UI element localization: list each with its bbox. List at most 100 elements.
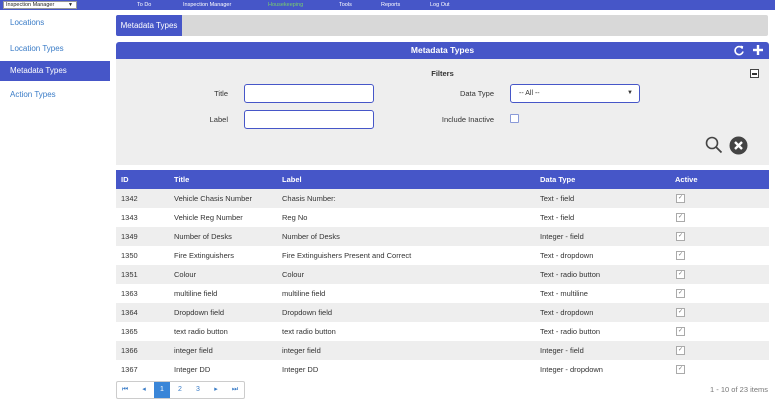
table-row[interactable]: 1364 Dropdown field Dropdown field Text - d… bbox=[116, 303, 769, 322]
cell-id: 1364 bbox=[121, 308, 138, 317]
cell-data-type: Text - dropdown bbox=[540, 251, 594, 260]
pager-page-2[interactable]: 2 bbox=[172, 382, 188, 398]
cell-title: Vehicle Reg Number bbox=[174, 213, 243, 222]
cell-data-type: Text - multiline bbox=[540, 289, 588, 298]
cell-id: 1363 bbox=[121, 289, 138, 298]
active-checkbox[interactable]: ✓ bbox=[676, 365, 685, 374]
data-type-select[interactable]: -- All -- ▼ bbox=[510, 84, 640, 103]
table-row[interactable]: 1349 Number of Desks Number of Desks Intege… bbox=[116, 227, 769, 246]
nav-reports[interactable]: Reports bbox=[381, 0, 400, 10]
cell-title: integer field bbox=[174, 346, 213, 355]
table-row[interactable]: 1363 multiline field multiline field Text -… bbox=[116, 284, 769, 303]
cell-id: 1343 bbox=[121, 213, 138, 222]
sidebar-item-locations[interactable]: Locations bbox=[0, 13, 110, 33]
add-icon[interactable] bbox=[752, 44, 764, 56]
pager-prev-button[interactable]: ◂ bbox=[136, 382, 152, 398]
pager-next-button[interactable]: ▸ bbox=[208, 382, 224, 398]
cell-data-type: Text - field bbox=[540, 213, 575, 222]
cell-id: 1365 bbox=[121, 327, 138, 336]
panel-header: Metadata Types bbox=[116, 42, 769, 59]
pager-page-3[interactable]: 3 bbox=[190, 382, 206, 398]
cell-label: multiline field bbox=[282, 289, 326, 298]
col-header-id[interactable]: ID bbox=[121, 170, 129, 189]
cell-data-type: Text - radio button bbox=[540, 270, 601, 279]
cell-label: Fire Extinguishers Present and Correct bbox=[282, 251, 412, 260]
filters-panel: Filters Title Label Data Type -- All -- … bbox=[116, 59, 769, 165]
nav-tools[interactable]: Tools bbox=[339, 0, 352, 10]
cell-data-type: Integer - field bbox=[540, 346, 584, 355]
cell-title: Colour bbox=[174, 270, 197, 279]
refresh-icon[interactable] bbox=[733, 44, 745, 56]
sidebar: Locations Location Types Metadata Types … bbox=[0, 10, 116, 400]
top-bar: Inspection Manager ▼ To Do Inspection Ma… bbox=[0, 0, 775, 10]
title-filter-input[interactable] bbox=[244, 84, 374, 103]
active-checkbox[interactable]: ✓ bbox=[676, 232, 685, 241]
active-checkbox[interactable]: ✓ bbox=[676, 194, 685, 203]
label-filter-label: Label bbox=[209, 115, 228, 124]
cell-label: integer field bbox=[282, 346, 321, 355]
table-row[interactable]: 1350 Fire Extinguishers Fire Extinguishers… bbox=[116, 246, 769, 265]
active-checkbox[interactable]: ✓ bbox=[676, 289, 685, 298]
pager-info: 1 - 10 of 23 items bbox=[710, 385, 768, 394]
table-row[interactable]: 1365 text radio button text radio button Te… bbox=[116, 322, 769, 341]
clear-filters-icon[interactable] bbox=[729, 136, 748, 155]
nav-housekeeping[interactable]: Housekeeping bbox=[268, 0, 303, 10]
pager-last-button[interactable]: ⏭ bbox=[227, 382, 243, 398]
filters-title: Filters bbox=[431, 69, 454, 78]
active-checkbox[interactable]: ✓ bbox=[676, 308, 685, 317]
cell-label: Dropdown field bbox=[282, 308, 333, 317]
cell-label: Integer DD bbox=[282, 365, 319, 374]
col-header-label[interactable]: Label bbox=[282, 170, 302, 189]
active-checkbox[interactable]: ✓ bbox=[676, 251, 685, 260]
cell-data-type: Integer - field bbox=[540, 232, 584, 241]
table-row[interactable]: 1343 Vehicle Reg Number Reg No Text - field… bbox=[116, 208, 769, 227]
cell-title: Vehicle Chasis Number bbox=[174, 194, 252, 203]
nav-inspection-manager[interactable]: Inspection Manager bbox=[183, 0, 231, 10]
table-row[interactable]: 1351 Colour Colour Text - radio button ✓ bbox=[116, 265, 769, 284]
cell-label: Number of Desks bbox=[282, 232, 340, 241]
cell-data-type: Text - radio button bbox=[540, 327, 601, 336]
col-header-active[interactable]: Active bbox=[675, 170, 698, 189]
table-row[interactable]: 1342 Vehicle Chasis Number Chasis Number: T… bbox=[116, 189, 769, 208]
cell-title: multiline field bbox=[174, 289, 218, 298]
cell-id: 1349 bbox=[121, 232, 138, 241]
cell-id: 1366 bbox=[121, 346, 138, 355]
cell-label: Chasis Number: bbox=[282, 194, 336, 203]
col-header-data-type[interactable]: Data Type bbox=[540, 170, 575, 189]
table-row[interactable]: 1367 Integer DD Integer DD Integer - dropdo… bbox=[116, 360, 769, 379]
pager-first-button[interactable]: ⏮ bbox=[117, 382, 133, 398]
active-checkbox[interactable]: ✓ bbox=[676, 270, 685, 279]
active-checkbox[interactable]: ✓ bbox=[676, 327, 685, 336]
cell-title: Dropdown field bbox=[174, 308, 225, 317]
cell-id: 1342 bbox=[121, 194, 138, 203]
search-icon[interactable] bbox=[705, 136, 723, 154]
table-row[interactable]: 1366 integer field integer field Integer - … bbox=[116, 341, 769, 360]
sidebar-item-metadata-types[interactable]: Metadata Types bbox=[0, 61, 110, 81]
active-checkbox[interactable]: ✓ bbox=[676, 213, 685, 222]
pager-page-1[interactable]: 1 bbox=[154, 382, 170, 398]
cell-label: Colour bbox=[282, 270, 305, 279]
include-inactive-checkbox[interactable] bbox=[510, 114, 519, 123]
label-filter-input[interactable] bbox=[244, 110, 374, 129]
cell-data-type: Integer - dropdown bbox=[540, 365, 603, 374]
tab-metadata-types[interactable]: Metadata Types bbox=[116, 15, 182, 36]
cell-label: text radio button bbox=[282, 327, 336, 336]
include-inactive-label: Include Inactive bbox=[441, 115, 494, 124]
cell-id: 1367 bbox=[121, 365, 138, 374]
cell-title: Number of Desks bbox=[174, 232, 232, 241]
pager: ⏮ ◂ 1 2 3 ▸ ⏭ bbox=[116, 381, 245, 399]
sidebar-item-location-types[interactable]: Location Types bbox=[0, 39, 110, 59]
cell-title: Fire Extinguishers bbox=[174, 251, 235, 260]
chevron-down-icon: ▼ bbox=[627, 90, 633, 96]
nav-logout[interactable]: Log Out bbox=[430, 0, 450, 10]
collapse-icon[interactable] bbox=[750, 69, 759, 78]
title-filter-label: Title bbox=[214, 89, 228, 98]
active-checkbox[interactable]: ✓ bbox=[676, 346, 685, 355]
nav-todo[interactable]: To Do bbox=[137, 0, 151, 10]
data-type-select-value: -- All -- bbox=[519, 90, 540, 97]
cell-title: Integer DD bbox=[174, 365, 211, 374]
cell-id: 1351 bbox=[121, 270, 138, 279]
table-header: ID Title Label Data Type Active bbox=[116, 170, 769, 189]
sidebar-item-action-types[interactable]: Action Types bbox=[0, 85, 110, 105]
col-header-title[interactable]: Title bbox=[174, 170, 189, 189]
